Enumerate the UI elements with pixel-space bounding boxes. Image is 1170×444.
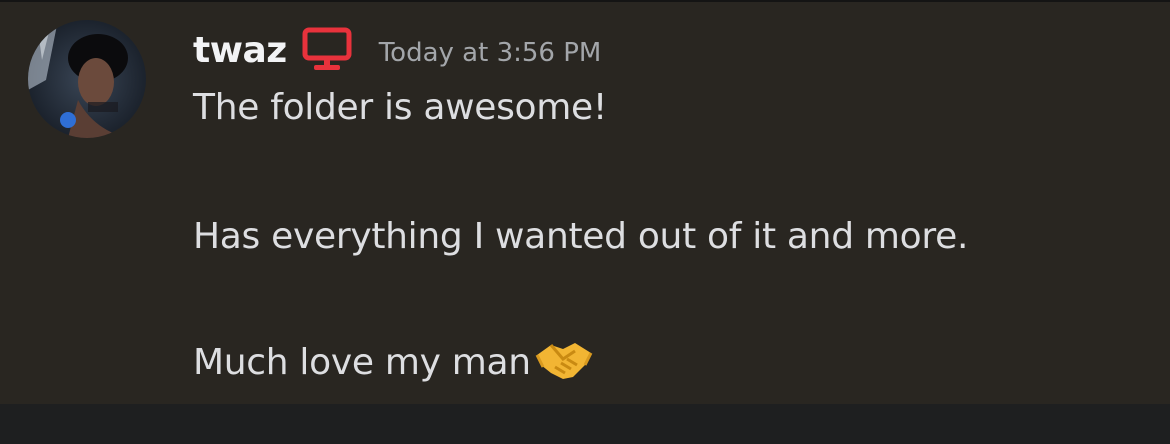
message-line: The folder is awesome!: [193, 87, 608, 128]
bottom-bar: [0, 404, 1170, 444]
handshake-emoji: [533, 337, 595, 383]
username[interactable]: twaz: [193, 30, 287, 71]
timestamp[interactable]: Today at 3:56 PM: [379, 38, 602, 68]
message-line-text: Much love my man: [193, 342, 531, 383]
monitor-icon: [301, 27, 353, 73]
chat-window: twaz Today at 3:56 PM The folder is awes…: [0, 0, 1170, 444]
message-line: Much love my man: [193, 342, 595, 383]
message-line: Has everything I wanted out of it and mo…: [193, 216, 969, 257]
chat-message[interactable]: twaz Today at 3:56 PM The folder is awes…: [0, 0, 1170, 404]
message-header: twaz Today at 3:56 PM: [193, 24, 601, 76]
avatar[interactable]: [28, 20, 146, 138]
